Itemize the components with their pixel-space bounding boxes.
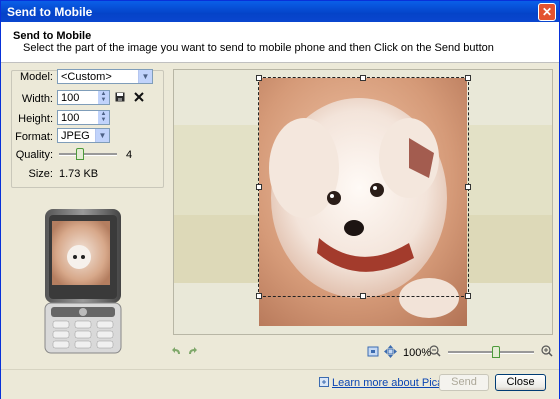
actual-size-icon[interactable] bbox=[384, 345, 397, 358]
quality-value: 4 bbox=[126, 149, 133, 161]
crop-handle[interactable] bbox=[360, 293, 366, 299]
header-title: Send to Mobile bbox=[13, 30, 92, 42]
crop-handle[interactable] bbox=[465, 293, 471, 299]
crop-handle[interactable] bbox=[256, 184, 262, 190]
quality-slider-thumb[interactable] bbox=[76, 148, 84, 160]
spin-arrows-icon[interactable]: ▲ ▼ bbox=[98, 111, 109, 124]
rotate-right-icon[interactable] bbox=[187, 346, 198, 356]
size-value: 1.73 KB bbox=[59, 168, 99, 180]
crop-handle[interactable] bbox=[360, 75, 366, 81]
model-value: <Custom> bbox=[61, 71, 112, 83]
zoom-in-icon[interactable] bbox=[541, 345, 553, 357]
zoom-slider-track bbox=[448, 351, 534, 354]
spin-arrows-icon[interactable]: ▲ ▼ bbox=[98, 91, 109, 104]
model-label: Model: bbox=[19, 71, 53, 83]
height-value: 100 bbox=[61, 112, 80, 124]
model-select[interactable]: <Custom> ▼ bbox=[57, 69, 153, 84]
send-to-mobile-window: Send to Mobile ✕ Send to Mobile Select t… bbox=[0, 0, 560, 399]
height-stepper[interactable]: 100 ▲ ▼ bbox=[57, 110, 110, 125]
delete-icon[interactable] bbox=[134, 92, 144, 102]
format-select[interactable]: JPEG ▼ bbox=[57, 128, 110, 143]
header-subtitle: Select the part of the image you want to… bbox=[23, 42, 494, 54]
format-value: JPEG bbox=[61, 130, 90, 142]
crop-handle[interactable] bbox=[465, 184, 471, 190]
close-button[interactable]: Close bbox=[495, 374, 546, 391]
width-value: 100 bbox=[61, 92, 80, 104]
info-icon bbox=[319, 377, 329, 387]
crop-handle[interactable] bbox=[256, 293, 262, 299]
crop-handle[interactable] bbox=[465, 75, 471, 81]
zoom-slider[interactable] bbox=[448, 345, 534, 359]
zoom-out-icon[interactable] bbox=[429, 345, 441, 357]
zoom-level-label: 100% bbox=[403, 347, 432, 359]
format-label: Format: bbox=[15, 131, 53, 143]
crop-handle[interactable] bbox=[256, 75, 262, 81]
quality-slider[interactable] bbox=[59, 147, 119, 161]
quality-label: Quality: bbox=[15, 149, 53, 161]
title-bar: Send to Mobile ✕ bbox=[1, 1, 559, 22]
send-button[interactable]: Send bbox=[439, 374, 489, 391]
save-icon[interactable] bbox=[115, 92, 125, 102]
crop-selection[interactable] bbox=[258, 77, 469, 297]
size-label: Size: bbox=[28, 168, 53, 180]
chevron-down-icon[interactable]: ▼ bbox=[138, 70, 152, 83]
phone-preview bbox=[44, 209, 122, 354]
close-window-button[interactable]: ✕ bbox=[538, 3, 556, 21]
close-icon: ✕ bbox=[541, 5, 553, 19]
image-canvas[interactable] bbox=[173, 69, 553, 335]
header-panel: Send to Mobile Select the part of the im… bbox=[1, 22, 559, 63]
zoom-slider-thumb[interactable] bbox=[492, 346, 500, 358]
fit-icon[interactable] bbox=[367, 346, 379, 357]
window-title: Send to Mobile bbox=[7, 5, 93, 19]
height-label: Height: bbox=[18, 113, 53, 125]
chevron-down-icon[interactable]: ▼ bbox=[95, 129, 109, 142]
rotate-left-icon[interactable] bbox=[171, 346, 182, 356]
width-stepper[interactable]: 100 ▲ ▼ bbox=[57, 90, 110, 105]
width-label: Width: bbox=[21, 93, 53, 105]
quality-slider-track bbox=[59, 153, 117, 156]
